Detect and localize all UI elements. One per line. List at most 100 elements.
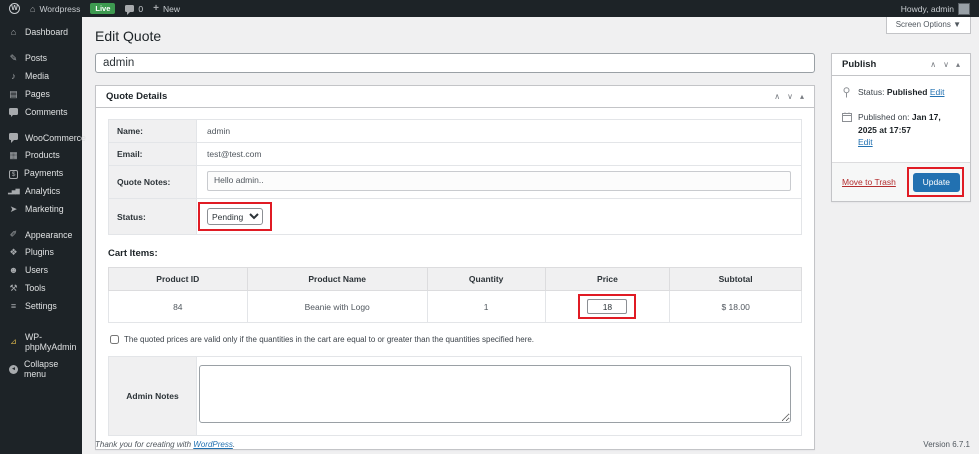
home-icon: ⌂ bbox=[30, 3, 36, 14]
email-value: test@test.com bbox=[196, 142, 802, 166]
sidebar-item-label: WP-phpMyAdmin bbox=[25, 331, 77, 352]
sidebar-item-posts[interactable]: ✎ Posts bbox=[0, 50, 82, 68]
sidebar-item-label: Users bbox=[25, 265, 48, 276]
admin-footer: Thank you for creating with WordPress. V… bbox=[95, 440, 970, 449]
quoted-prices-validity-checkbox[interactable] bbox=[110, 335, 119, 344]
status-row: Status: Published Edit bbox=[842, 86, 960, 102]
quote-details-metabox: Quote Details ∧ ∨ ▴ Name: admin Email: t… bbox=[95, 85, 815, 450]
table-row: Quote Notes: Hello admin.. bbox=[108, 165, 802, 199]
plugins-icon: ❖ bbox=[9, 247, 18, 258]
sidebar-item-collapse-menu[interactable]: ◄ Collapse menu bbox=[0, 356, 82, 383]
comments-menu[interactable]: 0 bbox=[125, 3, 144, 15]
admin-notes-label: Admin Notes bbox=[108, 356, 197, 436]
cell-price bbox=[544, 290, 671, 323]
move-up-icon[interactable]: ∧ bbox=[930, 60, 936, 69]
sidebar-item-dashboard[interactable]: ⌂ Dashboard bbox=[0, 24, 82, 42]
wordpress-link[interactable]: WordPress bbox=[193, 440, 233, 449]
price-input[interactable] bbox=[587, 299, 628, 314]
sidebar-item-label: Dashboard bbox=[25, 27, 69, 38]
sidebar-item-label: Collapse menu bbox=[24, 359, 59, 379]
marketing-icon: ➤ bbox=[9, 203, 18, 214]
status-value: Published bbox=[886, 87, 928, 97]
wordpress-logo-icon: W bbox=[9, 3, 20, 14]
edit-published-date-link[interactable]: Edit bbox=[858, 136, 960, 149]
sidebar-item-analytics[interactable]: ▂▅▇ Analytics bbox=[0, 183, 82, 201]
sidebar-item-pages[interactable]: ▤ Pages bbox=[0, 86, 82, 104]
sidebar-item-payments[interactable]: $ Payments bbox=[0, 165, 82, 183]
sidebar-item-plugins[interactable]: ❖ Plugins bbox=[0, 244, 82, 262]
toggle-panel-icon[interactable]: ▴ bbox=[956, 60, 960, 69]
sidebar-item-woocommerce[interactable]: WooCommerce bbox=[0, 129, 86, 147]
new-content-menu[interactable]: + New bbox=[153, 3, 180, 14]
payments-icon: $ bbox=[9, 169, 18, 179]
table-row: Name: admin bbox=[108, 119, 802, 143]
published-on-prefix: Published on: bbox=[858, 111, 910, 122]
toggle-panel-icon[interactable]: ▴ bbox=[800, 92, 804, 101]
quoted-prices-validity-row: The quoted prices are valid only if the … bbox=[110, 335, 802, 344]
sidebar-item-comments[interactable]: Comments bbox=[0, 104, 82, 122]
footer-thanks-text: Thank you for creating with bbox=[95, 440, 194, 449]
metabox-handle: ∧ ∨ ▴ bbox=[930, 60, 960, 69]
version-label: Version 6.7.1 bbox=[923, 440, 970, 449]
status-prefix: Status: bbox=[858, 87, 885, 97]
admin-notes-textarea[interactable] bbox=[199, 365, 791, 423]
sidebar-item-label: Posts bbox=[25, 53, 48, 63]
cell-product-name: Beanie with Logo bbox=[246, 290, 428, 323]
admin-sidebar: ⌂ Dashboard ✎ Posts ♪ Media ▤ Pages Comm… bbox=[0, 17, 86, 454]
admin-notes-table: Admin Notes bbox=[108, 356, 802, 436]
calendar-icon bbox=[842, 111, 853, 149]
move-down-icon[interactable]: ∨ bbox=[787, 92, 793, 101]
sidebar-separator bbox=[0, 218, 82, 226]
col-subtotal: Subtotal bbox=[669, 267, 802, 291]
live-badge[interactable]: Live bbox=[90, 3, 116, 14]
howdy-label: Howdy, admin bbox=[900, 3, 954, 14]
sidebar-item-wp-phpmyadmin[interactable]: ⊿ WP-phpMyAdmin bbox=[0, 329, 82, 356]
live-badge-label: Live bbox=[90, 3, 116, 14]
sidebar-item-label: Plugins bbox=[25, 247, 54, 258]
quote-title-input[interactable] bbox=[95, 53, 815, 73]
sidebar-item-tools[interactable]: ⚒ Tools bbox=[0, 280, 82, 298]
users-icon: ☻ bbox=[8, 265, 19, 276]
pin-icon bbox=[842, 86, 853, 102]
quote-details-header: Quote Details ∧ ∨ ▴ bbox=[96, 86, 814, 108]
sidebar-item-products[interactable]: ▦ Products bbox=[0, 147, 82, 165]
status-select[interactable]: Pending bbox=[207, 208, 263, 225]
analytics-icon: ▂▅▇ bbox=[8, 188, 20, 195]
cell-product-id: 84 bbox=[108, 290, 248, 323]
move-to-trash-link[interactable]: Move to Trash bbox=[842, 177, 896, 187]
sidebar-item-users[interactable]: ☻ Users bbox=[0, 262, 82, 280]
status-label: Status: bbox=[108, 198, 197, 235]
table-row: Admin Notes bbox=[108, 356, 802, 436]
cell-quantity: 1 bbox=[426, 290, 546, 323]
sidebar-item-marketing[interactable]: ➤ Marketing bbox=[0, 201, 82, 219]
page-title: Edit Quote bbox=[95, 28, 162, 44]
wp-logo[interactable]: W bbox=[9, 3, 20, 14]
new-label: New bbox=[162, 3, 180, 14]
dashboard-icon: ⌂ bbox=[10, 27, 17, 37]
screen-options-tab[interactable]: Screen Options ▼ bbox=[885, 17, 971, 34]
sidebar-item-label: Analytics bbox=[25, 185, 61, 196]
media-icon: ♪ bbox=[11, 70, 16, 81]
sidebar-item-settings[interactable]: ≡ Settings bbox=[0, 298, 82, 316]
update-button[interactable]: Update bbox=[912, 173, 960, 192]
publish-column: Publish ∧ ∨ ▴ Status: Published Edit Pub… bbox=[831, 53, 971, 202]
products-icon: ▦ bbox=[9, 150, 18, 161]
email-label: Email: bbox=[108, 142, 197, 166]
quote-details-table: Name: admin Email: test@test.com Quote N… bbox=[108, 119, 802, 235]
site-name-menu[interactable]: ⌂ Wordpress bbox=[30, 4, 80, 14]
sidebar-item-appearance[interactable]: ✐ Appearance bbox=[0, 226, 82, 244]
sidebar-item-media[interactable]: ♪ Media bbox=[0, 68, 82, 86]
site-name-label: Wordpress bbox=[39, 3, 81, 14]
quote-notes-textarea[interactable]: Hello admin.. bbox=[207, 171, 791, 191]
woocommerce-icon bbox=[8, 133, 19, 143]
move-down-icon[interactable]: ∨ bbox=[943, 60, 949, 69]
my-account-menu[interactable]: Howdy, admin bbox=[900, 2, 970, 15]
comment-count: 0 bbox=[138, 3, 144, 14]
move-up-icon[interactable]: ∧ bbox=[774, 92, 780, 101]
publish-metabox: Publish ∧ ∨ ▴ Status: Published Edit Pub… bbox=[831, 53, 971, 202]
sidebar-item-label: WooCommerce bbox=[25, 132, 86, 143]
col-product-name: Product Name bbox=[246, 267, 428, 291]
edit-status-link[interactable]: Edit bbox=[930, 87, 945, 97]
quote-details-title: Quote Details bbox=[106, 91, 168, 102]
name-value: admin bbox=[196, 119, 802, 143]
